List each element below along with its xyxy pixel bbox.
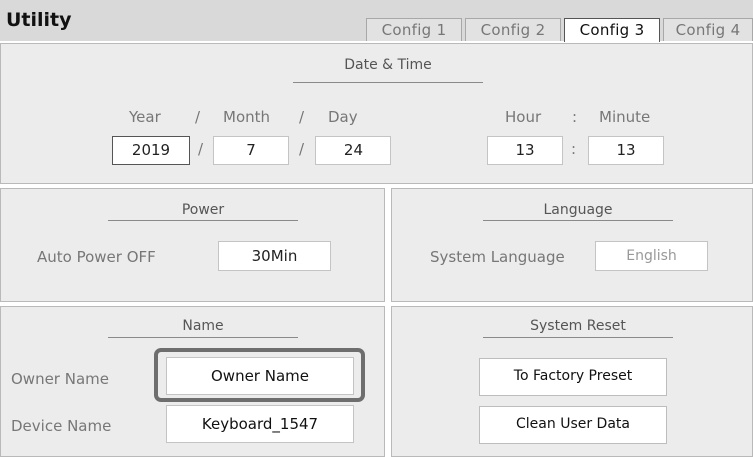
date-time-panel: Date & Time Year / Month / Day Hour : Mi… (0, 43, 753, 184)
month-label: Month (223, 108, 271, 126)
hour-field[interactable]: 13 (487, 136, 563, 165)
year-field[interactable]: 2019 (112, 136, 190, 165)
power-panel: Power Auto Power OFF 30Min (0, 188, 385, 302)
time-separator: : (571, 140, 577, 158)
date-separator: / (198, 140, 204, 158)
hour-label: Hour (505, 108, 542, 126)
minute-field[interactable]: 13 (588, 136, 664, 165)
month-field[interactable]: 7 (213, 136, 289, 165)
tab-config-4[interactable]: Config 4 (663, 18, 753, 41)
date-time-divider (293, 82, 483, 83)
power-title: Power (181, 202, 225, 218)
owner-name-field[interactable]: Owner Name (166, 357, 354, 395)
language-panel: Language System Language English (391, 188, 753, 302)
date-separator: / (299, 140, 305, 158)
language-title: Language (543, 202, 613, 218)
system-reset-divider (483, 337, 673, 338)
factory-preset-button[interactable]: To Factory Preset (479, 358, 667, 396)
power-divider (108, 220, 298, 221)
language-divider (483, 220, 673, 221)
time-separator: : (572, 108, 578, 126)
title-bar: Utility Config 1 Config 2 Config 3 Confi… (0, 0, 753, 42)
tab-config-3[interactable]: Config 3 (564, 18, 660, 42)
day-field[interactable]: 24 (315, 136, 391, 165)
year-label: Year (129, 108, 161, 126)
auto-power-off-field[interactable]: 30Min (218, 241, 331, 271)
device-name-label: Device Name (11, 417, 112, 435)
system-reset-title: System Reset (530, 318, 626, 334)
clean-user-data-button[interactable]: Clean User Data (479, 406, 667, 444)
minute-label: Minute (599, 108, 651, 126)
system-language-field[interactable]: English (595, 241, 708, 271)
date-time-title: Date & Time (344, 57, 432, 73)
name-divider (108, 337, 298, 338)
tab-config-1[interactable]: Config 1 (366, 18, 462, 41)
auto-power-off-label: Auto Power OFF (37, 248, 156, 266)
owner-name-label: Owner Name (11, 370, 109, 388)
page-title: Utility (6, 9, 72, 31)
date-separator: / (195, 108, 201, 126)
name-title: Name (182, 318, 224, 334)
tab-config-2[interactable]: Config 2 (465, 18, 561, 41)
system-reset-panel: System Reset To Factory Preset Clean Use… (391, 306, 753, 457)
day-label: Day (328, 108, 358, 126)
date-separator: / (299, 108, 305, 126)
system-language-label: System Language (430, 248, 565, 266)
device-name-field[interactable]: Keyboard_1547 (166, 405, 354, 443)
